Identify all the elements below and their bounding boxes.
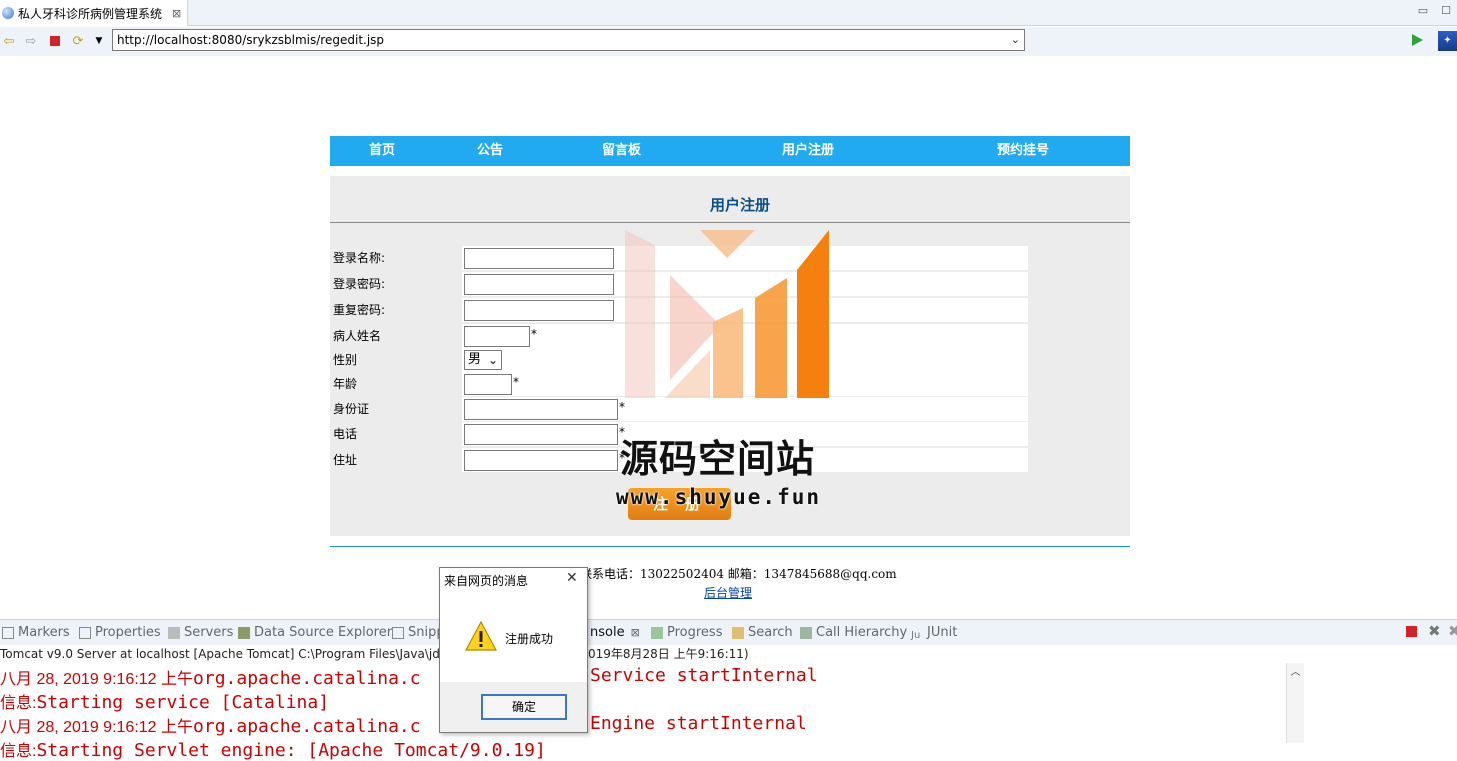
url-text: http://localhost:8080/srykzsblmis/regedi… xyxy=(117,33,385,47)
server-start-time: 019年8月28日 上午9:16:11) xyxy=(588,647,749,661)
menu-item-home[interactable]: 首页 xyxy=(369,136,395,166)
ok-button[interactable]: 确定 xyxy=(481,694,567,720)
watermark-logo xyxy=(625,230,835,400)
gender-value: 男 xyxy=(468,352,482,367)
required-mark: * xyxy=(513,375,519,389)
chevron-down-icon: ⌄ xyxy=(487,353,498,367)
admin-link[interactable]: 后台管理 xyxy=(704,584,752,601)
properties-icon xyxy=(79,627,91,639)
menu-item-appointment[interactable]: 预约挂号 xyxy=(997,136,1049,166)
browser-toolbar: ⇦ ⇨ ⟳ ▼ http://localhost:8080/srykzsblmi… xyxy=(0,27,1457,56)
views-tab-bar: Markers Properties Servers Data Source E… xyxy=(0,619,1457,645)
markers-icon xyxy=(2,627,14,639)
tab-servers[interactable]: Servers xyxy=(168,624,233,642)
tab-data-source-explorer[interactable]: Data Source Explorer xyxy=(238,624,392,642)
globe-icon xyxy=(2,7,14,19)
password-input[interactable] xyxy=(464,274,614,295)
browser-tab[interactable]: 私人牙科诊所病例管理系统 ⊠ xyxy=(0,0,188,26)
menu-item-notice[interactable]: 公告 xyxy=(477,136,503,166)
progress-icon xyxy=(651,627,663,639)
login-name-input[interactable] xyxy=(464,248,614,269)
address-bar[interactable]: http://localhost:8080/srykzsblmis/regedi… xyxy=(112,29,1025,51)
menu-item-guestbook[interactable]: 留言板 xyxy=(602,136,641,166)
watermark-text: 源码空间站 xyxy=(620,437,816,481)
field-label: 登录密码: xyxy=(330,272,460,296)
call-hierarchy-icon xyxy=(800,627,812,639)
field-label: 住址 xyxy=(330,448,460,472)
forward-icon[interactable]: ⇨ xyxy=(23,33,39,49)
footer-divider xyxy=(330,546,1130,547)
stop-icon[interactable] xyxy=(47,33,63,49)
form-row-id-card: 身份证 * xyxy=(330,397,1028,421)
maximize-icon[interactable]: ☐ xyxy=(1439,4,1453,17)
console-line: 信息:Starting service [Catalina] xyxy=(0,692,330,713)
tab-close-icon[interactable]: ⊠ xyxy=(172,7,181,20)
tab-markers[interactable]: Markers xyxy=(2,624,70,642)
tab-junit[interactable]: Ju JUnit xyxy=(911,624,957,642)
remove-launch-icon[interactable]: ✖ xyxy=(1428,622,1441,640)
console-line: 信息:Starting Servlet engine: [Apache Tomc… xyxy=(0,740,546,761)
dialog-footer: 确定 xyxy=(440,682,587,732)
database-icon xyxy=(238,627,250,639)
search-icon xyxy=(732,627,744,639)
form-title: 用户注册 xyxy=(709,196,770,214)
server-description: Tomcat v9.0 Server at localhost [Apache … xyxy=(0,647,455,661)
dialog-title: 来自网页的消息 xyxy=(444,574,529,588)
site-menu-bar: 首页 公告 留言板 用户注册 预约挂号 xyxy=(330,136,1130,166)
required-mark: * xyxy=(619,400,625,414)
tab-search[interactable]: Search xyxy=(732,624,793,642)
terminate-icon[interactable] xyxy=(1406,626,1417,637)
gender-select[interactable]: 男 ⌄ xyxy=(464,350,502,370)
field-label: 重复密码: xyxy=(330,298,460,322)
required-mark: * xyxy=(531,327,537,341)
confirm-password-input[interactable] xyxy=(464,300,614,321)
console-close-icon[interactable]: ⊠ xyxy=(631,624,640,642)
console-scrollbar[interactable]: ︿ xyxy=(1286,663,1304,743)
dialog-message: 注册成功 xyxy=(505,632,554,646)
patient-name-input[interactable] xyxy=(464,326,530,347)
junit-icon: Ju xyxy=(911,630,921,641)
back-icon[interactable]: ⇦ xyxy=(1,33,17,49)
tab-snippets[interactable]: Snipp xyxy=(392,624,445,642)
field-label: 病人姓名 xyxy=(330,324,460,348)
remove-all-icon[interactable]: ✖ xyxy=(1448,622,1457,640)
scroll-up-icon[interactable]: ︿ xyxy=(1291,667,1301,678)
field-label: 年龄 xyxy=(330,372,460,396)
phone-input[interactable] xyxy=(464,424,618,445)
minimize-icon[interactable]: ▭ xyxy=(1416,4,1430,17)
tab-properties[interactable]: Properties xyxy=(79,624,161,642)
age-input[interactable] xyxy=(464,374,512,395)
url-dropdown-icon[interactable]: ⌄ xyxy=(1011,33,1020,46)
servers-icon xyxy=(168,627,180,639)
refresh-icon[interactable]: ⟳ xyxy=(70,33,86,49)
warning-icon xyxy=(464,620,498,652)
field-label: 登录名称: xyxy=(330,246,460,270)
console-output[interactable]: 八月 28, 2019 9:16:12 上午org.apache.catalin… xyxy=(0,663,1304,761)
field-label: 电话 xyxy=(330,422,460,446)
field-label: 性别 xyxy=(330,348,460,372)
tab-progress[interactable]: Progress xyxy=(651,624,722,642)
console-server-line: Tomcat v9.0 Server at localhost [Apache … xyxy=(0,645,1457,663)
id-card-input[interactable] xyxy=(464,399,618,420)
dialog-close-icon[interactable]: ✕ xyxy=(566,570,578,586)
console-line: 八月 28, 2019 9:16:12 上午org.apache.catalin… xyxy=(0,713,807,737)
tab-console[interactable]: nsole ⊠ xyxy=(590,624,640,642)
browser-tab-title: 私人牙科诊所病例管理系统 xyxy=(18,6,163,21)
menu-item-register[interactable]: 用户注册 xyxy=(782,136,834,166)
go-icon[interactable] xyxy=(1410,33,1424,47)
snippets-icon xyxy=(392,627,404,639)
alert-dialog: 来自网页的消息 ✕ 注册成功 确定 xyxy=(439,567,588,733)
eclipse-perspective-icon[interactable]: ✦ xyxy=(1438,31,1457,51)
watermark-url: www.shuyue.fun xyxy=(616,485,822,509)
contact-info: 联系电话：13022502404 邮箱：1347845688@qq.com xyxy=(580,567,897,581)
tab-call-hierarchy[interactable]: Call Hierarchy xyxy=(800,624,907,642)
field-label: 身份证 xyxy=(330,397,460,421)
divider xyxy=(330,222,1130,223)
address-input[interactable] xyxy=(464,450,618,471)
chevron-down-icon[interactable]: ▼ xyxy=(91,33,107,49)
console-line: 八月 28, 2019 9:16:12 上午org.apache.catalin… xyxy=(0,665,818,689)
editor-tab-bar: 私人牙科诊所病例管理系统 ⊠ ▭ ☐ xyxy=(0,0,1457,26)
